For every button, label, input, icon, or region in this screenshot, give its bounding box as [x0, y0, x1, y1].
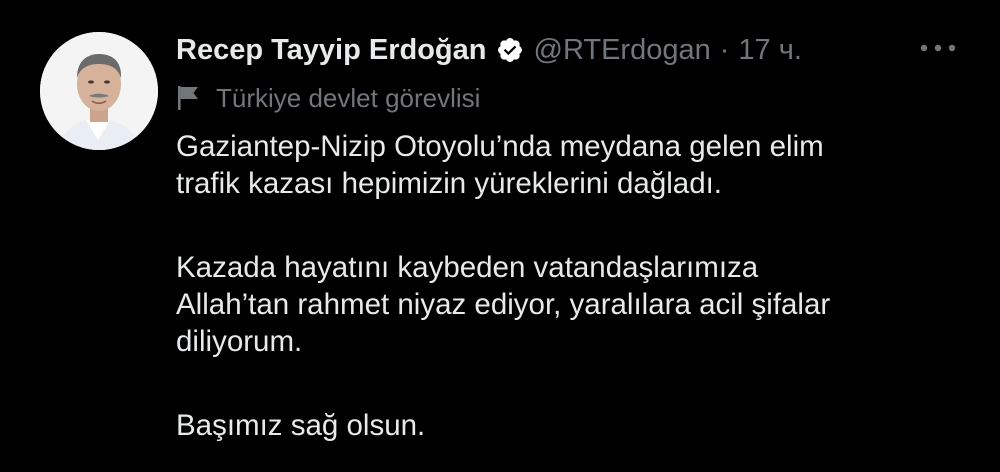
verified-badge-icon[interactable]: [496, 36, 524, 64]
avatar-portrait-icon: [40, 32, 158, 150]
tweet-text-line: Kazada hayatını kaybeden vatandaşlarımız…: [176, 251, 759, 284]
separator-dot: ·: [719, 33, 730, 66]
author-name[interactable]: Recep Tayyip Erdoğan: [176, 34, 487, 67]
author-handle[interactable]: @RTErdogan: [534, 34, 711, 67]
tweet-timestamp[interactable]: 17 ч.: [738, 34, 801, 67]
more-icon[interactable]: [914, 36, 962, 60]
affiliation-label: Türkiye devlet görevlisi: [176, 78, 480, 118]
tweet-text-line: diliyorum.: [176, 325, 303, 358]
tweet[interactable]: Recep Tayyip Erdoğan @RTErdogan · 17 ч. …: [0, 0, 1000, 472]
avatar[interactable]: [40, 32, 158, 150]
tweet-text-line: trafik kazası hepimizin yüreklerini dağl…: [176, 167, 722, 200]
flag-icon: [176, 84, 202, 112]
tweet-text-line: Gaziantep-Nizip Otoyolu’nda meydana gele…: [176, 130, 824, 163]
tweet-text: Gaziantep-Nizip Otoyolu’nda meydana gele…: [176, 128, 976, 444]
tweet-header: Recep Tayyip Erdoğan @RTErdogan · 17 ч.: [176, 28, 802, 72]
tweet-text-line: Başımız sağ olsun.: [176, 409, 426, 442]
affiliation-label-text: Türkiye devlet görevlisi: [216, 82, 481, 113]
tweet-text-line: Allah’tan rahmet niyaz ediyor, yaralılar…: [176, 288, 831, 321]
